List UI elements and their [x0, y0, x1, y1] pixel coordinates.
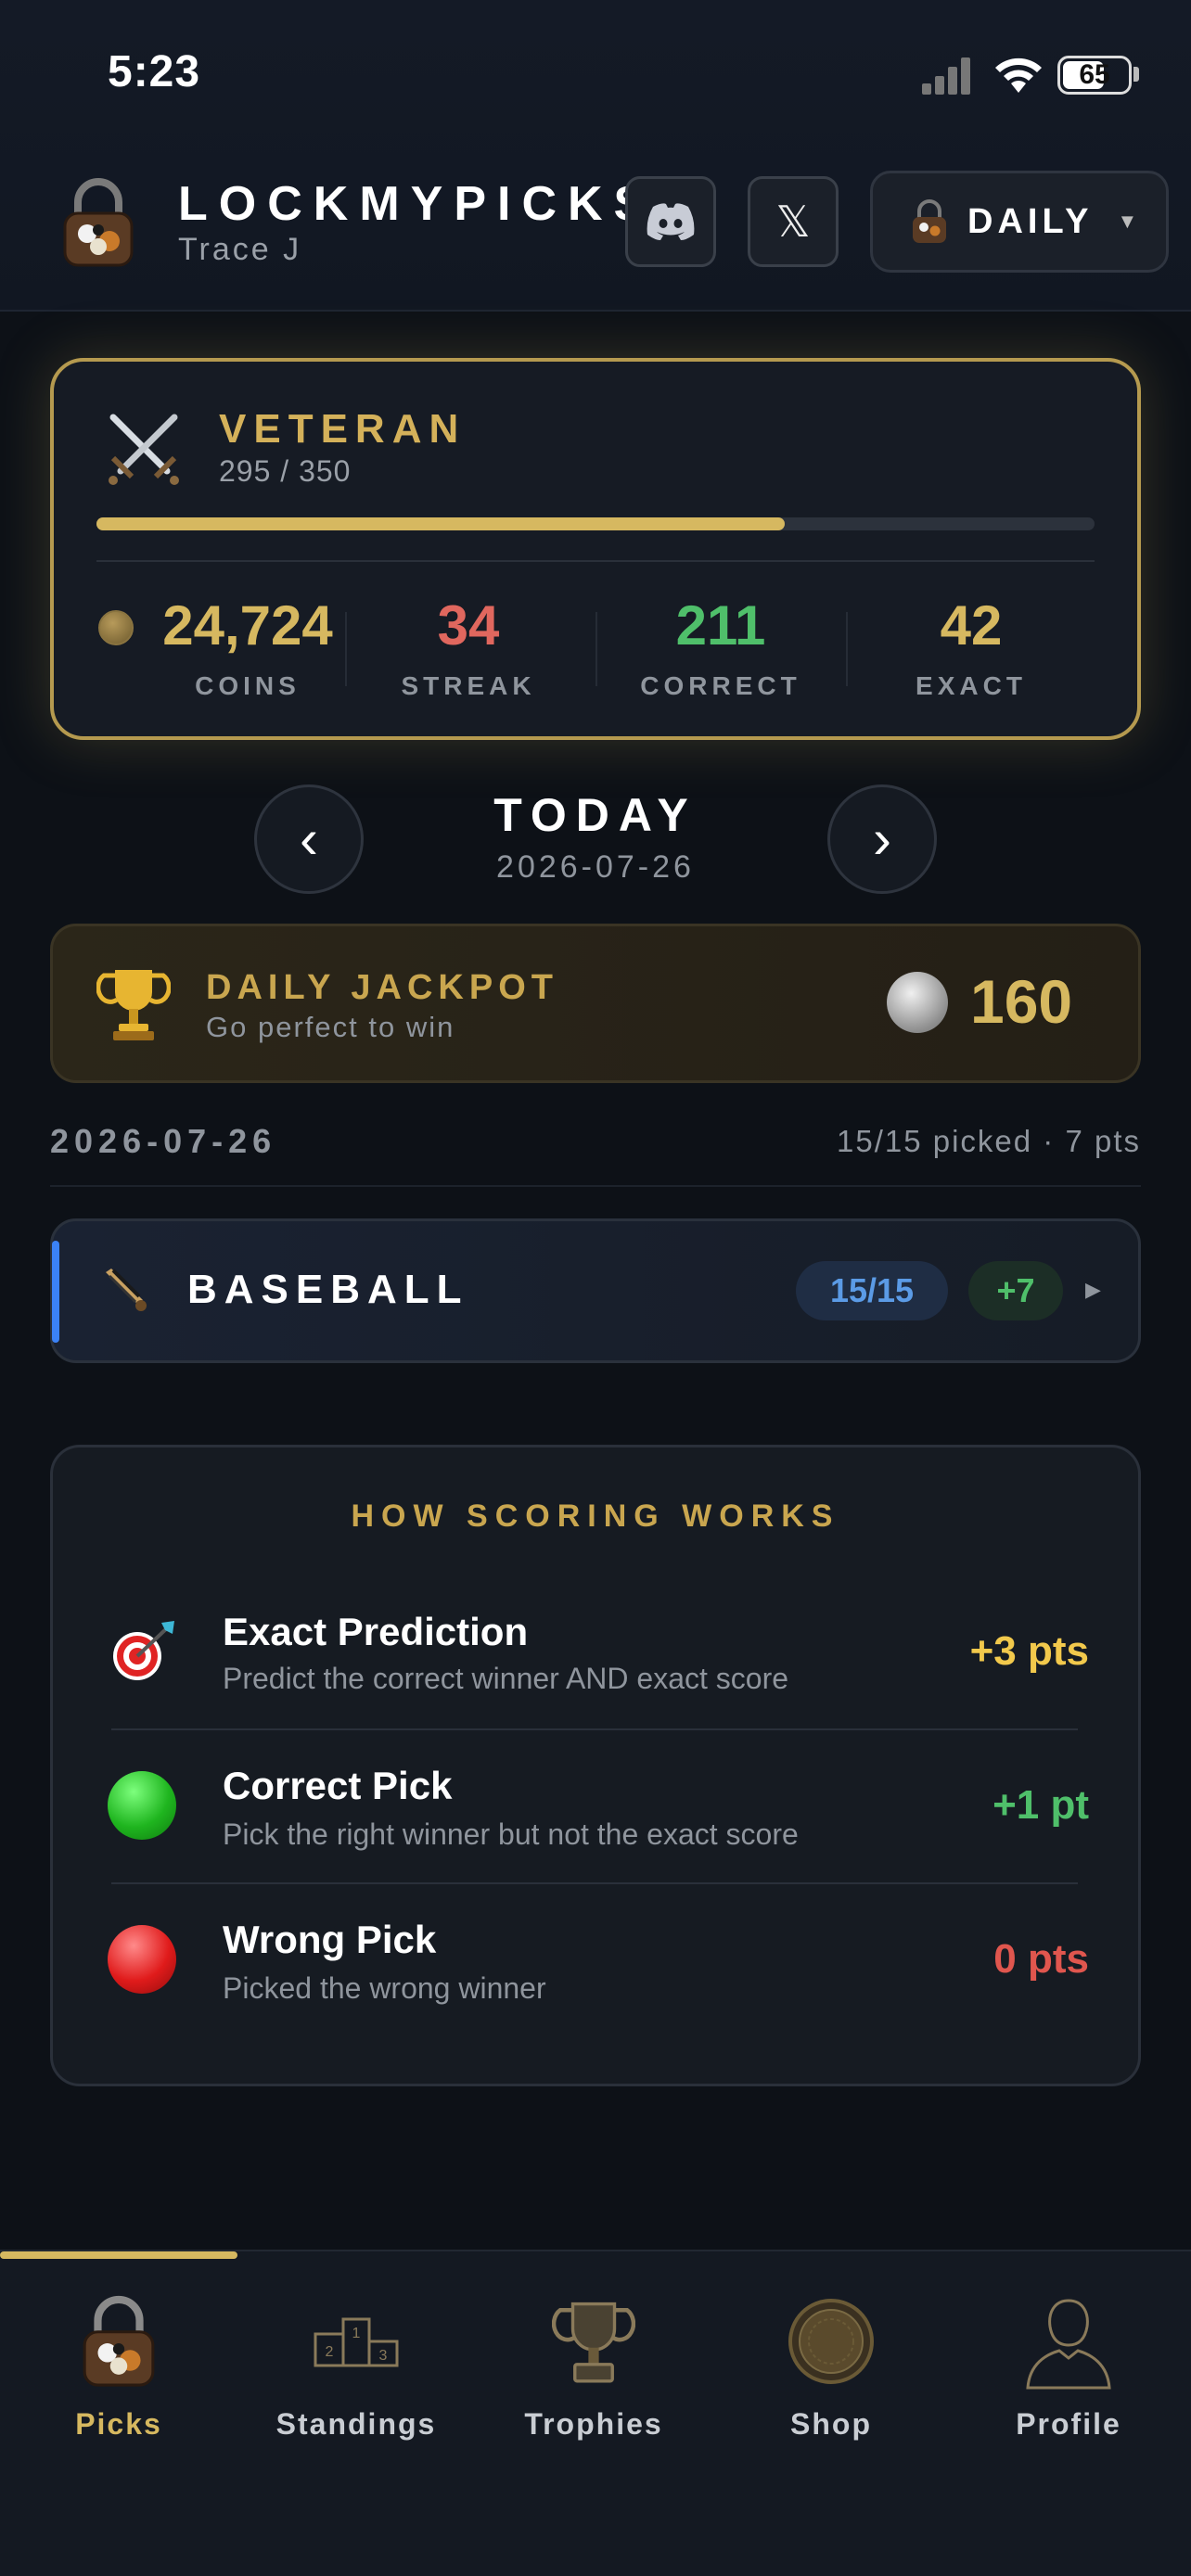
picks-summary: 15/15 picked · 7 pts: [836, 1124, 1141, 1158]
scoring-row-points: +1 pt: [992, 1782, 1089, 1828]
stat-value: 42: [940, 594, 1003, 657]
active-tab-indicator: [0, 2251, 237, 2259]
scoring-title: HOW SCORING WORKS: [351, 1498, 840, 1534]
next-day-button[interactable]: ›: [827, 784, 937, 894]
green-circle-icon: [108, 1771, 176, 1840]
rank-xp: 295 / 350: [219, 454, 352, 488]
crossed-swords-icon: [109, 414, 179, 485]
scoring-row-points: +3 pts: [969, 1628, 1089, 1674]
jackpot-title: DAILY JACKPOT: [206, 968, 558, 1007]
tab-profile[interactable]: Profile: [950, 2290, 1187, 2442]
chevron-down-icon: ▼: [1117, 210, 1138, 233]
scoring-card: [50, 1445, 1141, 2086]
stat-label: COINS: [195, 671, 301, 700]
stat-label: STREAK: [401, 671, 536, 700]
coin-icon: [788, 2299, 874, 2384]
scoring-row-desc: Picked the wrong winner: [223, 1971, 546, 2005]
stat-coins: 24,724 COINS: [122, 593, 373, 701]
scoring-row-title: Wrong Pick: [223, 1918, 437, 1961]
x-button[interactable]: 𝕏: [748, 176, 839, 267]
podium-icon: 1 2 3: [314, 2317, 399, 2367]
trophy-icon: [96, 970, 171, 1040]
stat-label: CORRECT: [640, 671, 801, 700]
lock-logo-icon: [63, 178, 134, 267]
prev-day-button[interactable]: ‹: [254, 784, 364, 894]
red-circle-icon: [108, 1925, 176, 1994]
svg-text:3: 3: [379, 2348, 388, 2364]
scoring-row-desc: Pick the right winner but not the exact …: [223, 1817, 799, 1851]
battery-icon: 65: [1057, 56, 1132, 95]
lock-icon: [913, 199, 946, 243]
day-date: 2026-07-26: [496, 849, 695, 885]
tab-label: Picks: [75, 2407, 162, 2441]
user-name: Trace J: [178, 232, 302, 267]
tab-label: Profile: [1016, 2407, 1121, 2441]
day-title: TODAY: [493, 789, 698, 841]
person-icon: [1026, 2299, 1111, 2390]
divider: [111, 1882, 1078, 1884]
chevron-right-icon: ▶: [1085, 1278, 1101, 1301]
scoring-row-title: Exact Prediction: [223, 1610, 529, 1653]
sport-name: BASEBALL: [187, 1267, 469, 1312]
rank-title: VETERAN: [219, 406, 467, 452]
signal-icon: [922, 57, 974, 95]
rank-divider: [96, 560, 1095, 562]
target-icon: [113, 1621, 174, 1680]
status-time: 5:23: [108, 47, 201, 96]
divider: [50, 1185, 1141, 1187]
discord-icon: [647, 203, 695, 240]
wifi-icon: [995, 57, 1042, 93]
tab-shop[interactable]: Shop: [712, 2290, 950, 2442]
trophy-icon: [552, 2302, 635, 2383]
tab-label: Shop: [790, 2407, 872, 2441]
scoring-row-title: Correct Pick: [223, 1764, 453, 1807]
stat-label: EXACT: [916, 671, 1027, 700]
picks-date: 2026-07-26: [50, 1122, 277, 1160]
battery-level: 65: [1079, 59, 1110, 90]
jackpot-amount: 160: [970, 967, 1073, 1036]
scoring-row-desc: Predict the correct winner AND exact sco…: [223, 1662, 789, 1695]
tab-picks[interactable]: Picks: [0, 2290, 237, 2442]
jackpot-subtitle: Go perfect to win: [206, 1011, 455, 1043]
baseball-bat-icon: [106, 1269, 147, 1311]
stat-streak: 34 STREAK: [343, 593, 594, 701]
stat-value: 34: [437, 594, 500, 657]
stat-exact: 42 EXACT: [846, 593, 1096, 701]
x-icon: 𝕏: [775, 198, 811, 246]
lock-icon: [83, 2295, 155, 2387]
tab-standings[interactable]: 1 2 3 Standings: [237, 2290, 475, 2442]
brand-title: LOCKMYPICKS: [178, 177, 658, 231]
tab-label: Trophies: [524, 2407, 663, 2441]
chevron-left-icon: ‹: [300, 808, 318, 870]
sport-accent-bar: [52, 1241, 59, 1343]
scoring-row-points: 0 pts: [993, 1936, 1089, 1982]
mode-label: DAILY: [967, 201, 1094, 241]
tab-trophies[interactable]: Trophies: [475, 2290, 712, 2442]
silver-coin-icon: [887, 972, 948, 1033]
xp-progress-fill: [96, 517, 786, 530]
stat-value: 211: [675, 594, 766, 657]
points-badge: +7: [968, 1261, 1063, 1320]
chevron-right-icon: ›: [873, 808, 891, 870]
stat-value: 24,724: [162, 594, 333, 657]
tab-label: Standings: [275, 2407, 437, 2441]
battery-tip: [1133, 67, 1139, 82]
picks-count-badge: 15/15: [796, 1261, 948, 1320]
svg-text:1: 1: [352, 2326, 361, 2341]
svg-text:2: 2: [326, 2344, 334, 2360]
mode-dropdown[interactable]: DAILY ▼: [870, 171, 1169, 273]
discord-button[interactable]: [625, 176, 716, 267]
divider: [111, 1728, 1078, 1730]
stat-correct: 211 CORRECT: [596, 593, 846, 701]
